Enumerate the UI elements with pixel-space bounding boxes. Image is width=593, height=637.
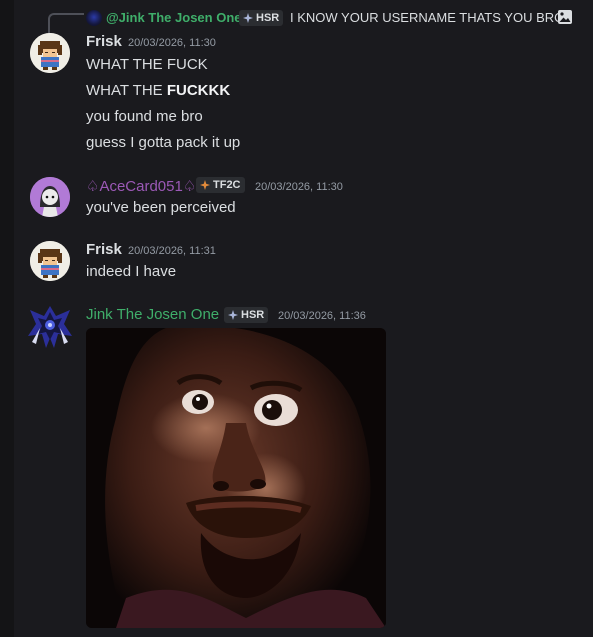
avatar[interactable] [26,302,74,350]
message-text-part: WHAT THE FUCK [86,56,208,73]
shocked-face-image [86,328,386,628]
reply-server-tag[interactable]: HSR [239,10,284,26]
message-list: @Jink The Josen One HSR I KNOW YOUR USER… [14,0,593,637]
message-text: WHAT THE FUCK [86,56,208,73]
message-text: you found me bro [86,108,203,125]
frisk-avatar-icon [30,33,70,73]
server-tag-label: HSR [241,309,265,321]
image-icon [558,10,572,24]
diamond-sparkle-icon [200,180,210,190]
acecard-avatar-icon [30,177,70,217]
username[interactable]: ♤AceCard051♤ [86,177,196,195]
server-tag[interactable]: HSR [224,307,269,323]
diamond-sparkle-icon [243,13,253,23]
timestamp[interactable]: 20/03/2026, 11:36 [278,310,366,322]
message-text: guess I gotta pack it up [86,134,240,151]
message-text-part: you've been perceived [86,199,236,216]
server-tag[interactable]: TF2C [196,177,245,193]
jink-avatar-icon [28,306,72,348]
timestamp[interactable]: 20/03/2026, 11:31 [128,245,216,257]
avatar[interactable] [30,177,70,217]
username[interactable]: Jink The Josen One [86,306,219,323]
message-text-part: WHAT THE [86,82,167,99]
timestamp[interactable]: 20/03/2026, 11:30 [128,37,216,49]
message-text: you've been perceived [86,199,236,216]
channel-rail [0,0,14,637]
message-text: WHAT THE FUCKKK [86,82,230,99]
message-text-part: indeed I have [86,263,177,280]
frisk-avatar-icon [30,241,70,281]
reply-text[interactable]: I KNOW YOUR USERNAME THATS YOU BRO [290,10,564,25]
reply-spine [48,13,84,33]
avatar[interactable] [30,33,70,73]
avatar[interactable] [30,241,70,281]
username[interactable]: Frisk [86,241,122,258]
reply-tag-label: HSR [256,12,280,24]
reply-author[interactable]: @Jink The Josen One [106,10,242,25]
timestamp[interactable]: 20/03/2026, 11:30 [255,181,343,193]
diamond-sparkle-icon [228,310,238,320]
message-text-bold: FUCKKK [166,82,231,99]
reply-avatar[interactable] [86,10,102,26]
username[interactable]: Frisk [86,33,122,50]
image-attachment[interactable] [86,328,386,628]
message-text-part: guess I gotta pack it up [86,134,241,151]
server-tag-label: TF2C [213,179,241,191]
message-text-part: you found me bro [86,108,203,125]
message-text: indeed I have [86,263,176,280]
reply-preview[interactable]: @Jink The Josen One HSR I KNOW YOUR USER… [14,7,593,33]
